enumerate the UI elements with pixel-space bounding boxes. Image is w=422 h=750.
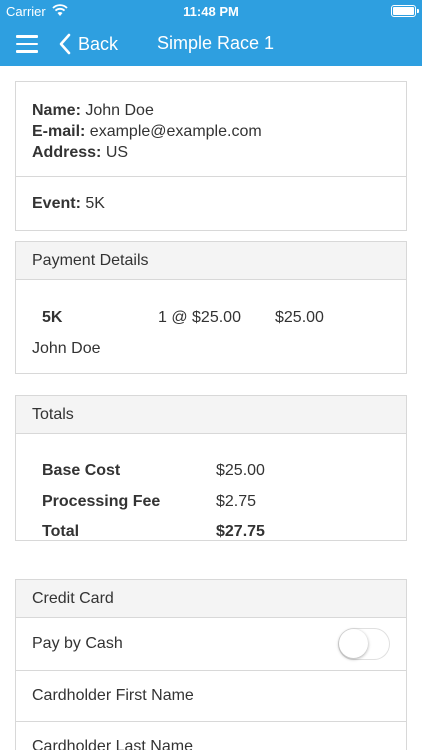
email-value: example@example.com — [89, 123, 262, 140]
pay-by-cash-row: Pay by Cash — [16, 618, 406, 671]
back-button[interactable]: Back — [58, 31, 118, 57]
pay-by-cash-toggle[interactable] — [338, 628, 390, 660]
totals-body: Base Cost $25.00 Processing Fee $2.75 To… — [16, 434, 406, 540]
event-line: Event: 5K — [16, 177, 406, 230]
cardholder-last-name-field[interactable]: Cardholder Last Name — [16, 722, 406, 750]
total-label: Total — [42, 523, 80, 540]
credit-card-card: Credit Card Pay by Cash Cardholder First… — [15, 579, 407, 750]
payment-item-quantity: 1 @ $25.00 — [158, 309, 241, 326]
address-label: Address: — [32, 144, 102, 161]
page-title: Simple Race 1 — [157, 33, 275, 53]
nav-bar: Back Simple Race 1 — [0, 22, 422, 66]
name-label: Name: — [32, 102, 81, 119]
processing-fee-label: Processing Fee — [42, 493, 161, 510]
address-value: US — [105, 144, 129, 161]
name-value: John Doe — [85, 102, 154, 119]
cardholder-last-name-label: Cardholder Last Name — [32, 738, 193, 750]
back-label: Back — [78, 33, 119, 54]
contact-info: Name: John Doe E-mail: example@example.c… — [16, 82, 406, 177]
chevron-left-icon — [59, 33, 71, 55]
credit-card-header: Credit Card — [16, 580, 406, 618]
event-label: Event: — [32, 195, 81, 212]
payment-item-person: John Doe — [32, 340, 101, 357]
status-bar: Carrier 11:48 PM — [0, 0, 422, 22]
payment-details-card: Payment Details 5K 1 @ $25.00 $25.00 Joh… — [15, 241, 407, 374]
payment-item: 5K 1 @ $25.00 $25.00 John Doe — [16, 280, 406, 373]
battery-icon — [391, 5, 419, 17]
email-line: E-mail: example@example.com — [32, 121, 390, 142]
event-value: 5K — [85, 195, 105, 212]
processing-fee-value: $2.75 — [216, 493, 257, 510]
cardholder-first-name-field[interactable]: Cardholder First Name — [16, 671, 406, 722]
payment-details-header: Payment Details — [16, 242, 406, 280]
payment-item-name: 5K — [42, 309, 63, 326]
payment-item-amount: $25.00 — [275, 309, 324, 326]
address-line: Address: US — [32, 142, 390, 163]
totals-header: Totals — [16, 396, 406, 434]
menu-icon[interactable] — [16, 35, 38, 53]
base-cost-value: $25.00 — [216, 462, 265, 479]
email-label: E-mail: — [32, 123, 86, 140]
cardholder-first-name-label: Cardholder First Name — [32, 687, 194, 704]
pay-by-cash-label: Pay by Cash — [32, 635, 123, 652]
base-cost-label: Base Cost — [42, 462, 121, 479]
totals-card: Totals Base Cost $25.00 Processing Fee $… — [15, 395, 407, 541]
status-time: 11:48 PM — [183, 4, 239, 19]
toggle-knob — [339, 629, 368, 658]
registrant-card: Name: John Doe E-mail: example@example.c… — [15, 81, 407, 231]
total-value: $27.75 — [216, 523, 265, 540]
name-line: Name: John Doe — [32, 100, 390, 121]
